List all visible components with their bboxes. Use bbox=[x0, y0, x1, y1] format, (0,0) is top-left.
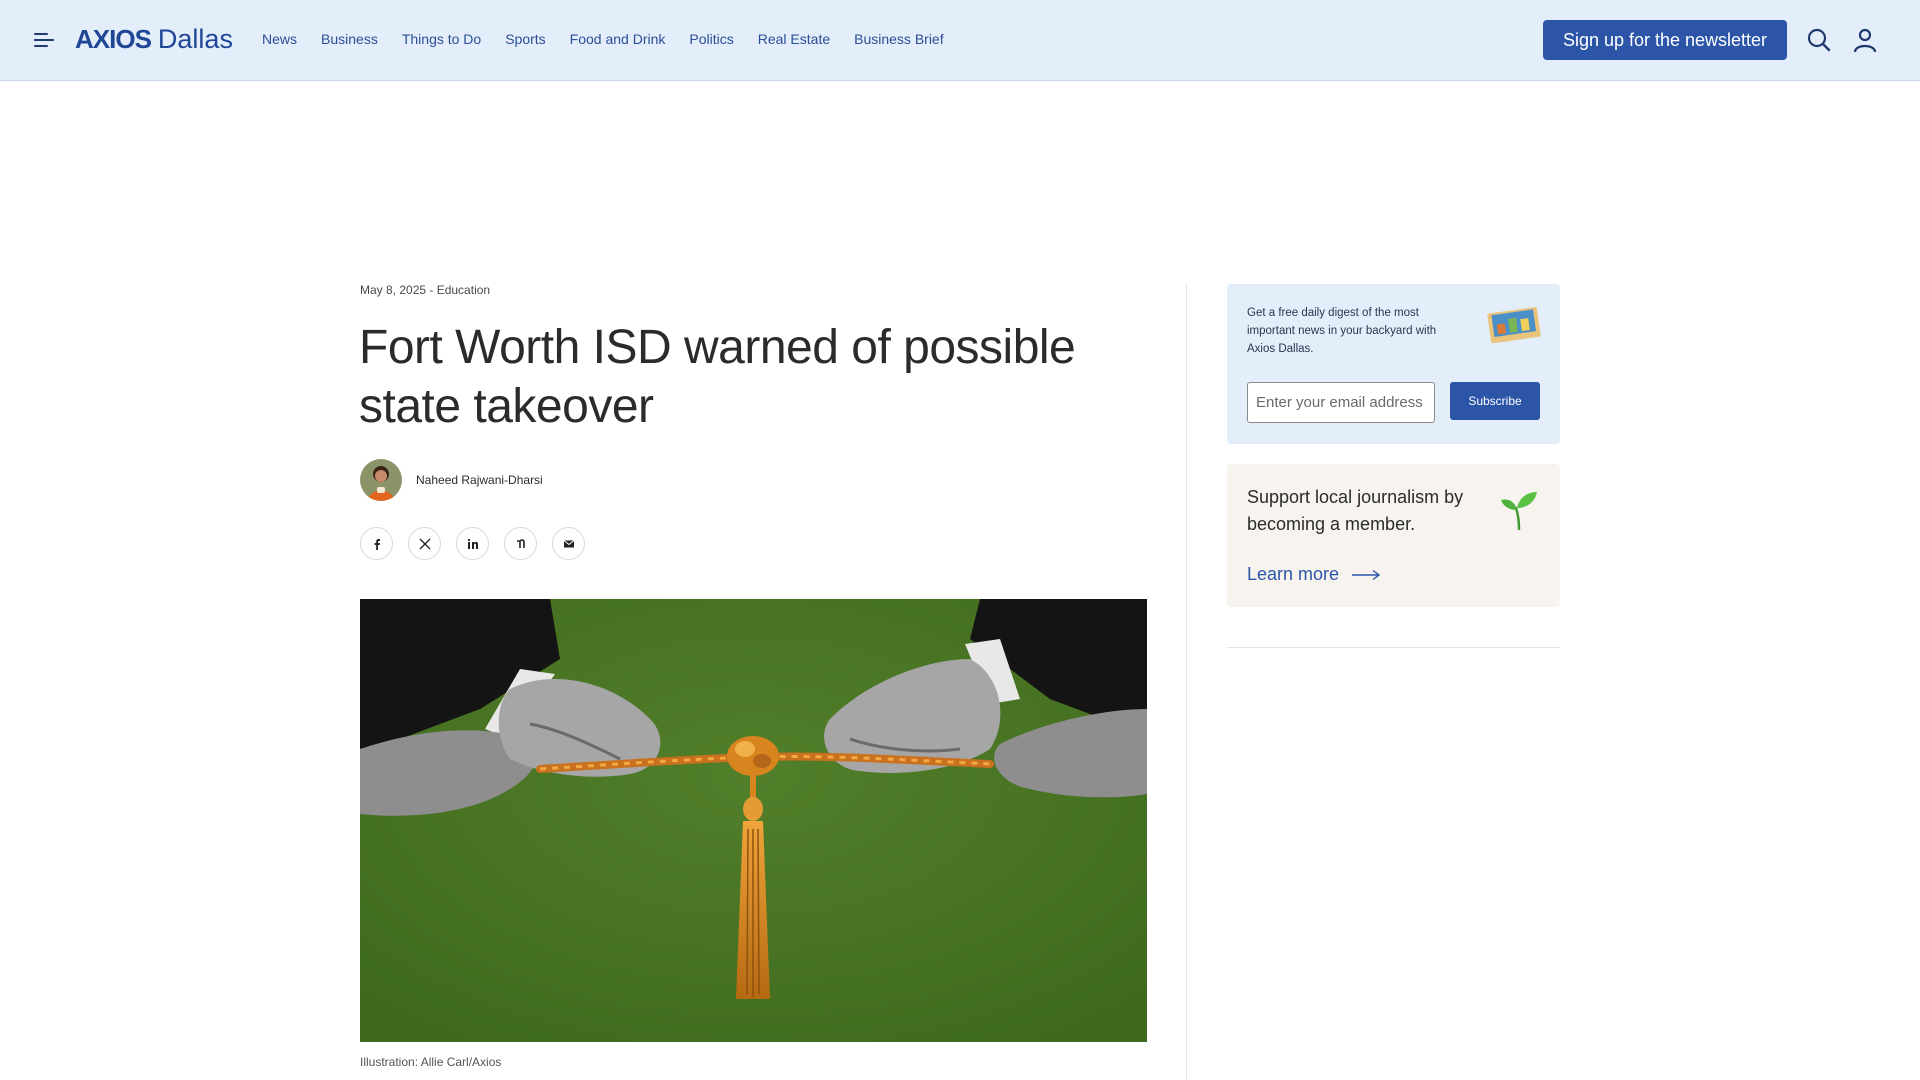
menu-icon[interactable] bbox=[34, 30, 54, 50]
image-caption: Illustration: Allie Carl/Axios bbox=[360, 1055, 502, 1069]
learn-more-label: Learn more bbox=[1247, 564, 1340, 584]
membership-card: Support local journalism by becoming a m… bbox=[1227, 464, 1560, 607]
linkedin-icon[interactable] bbox=[456, 527, 489, 560]
newsletter-signup-button[interactable]: Sign up for the newsletter bbox=[1543, 20, 1787, 60]
membership-text: Support local journalism by becoming a m… bbox=[1247, 487, 1464, 534]
threads-icon[interactable] bbox=[504, 527, 537, 560]
column-divider bbox=[1186, 284, 1187, 1080]
nav-item-politics[interactable]: Politics bbox=[689, 31, 733, 47]
share-bar bbox=[360, 527, 600, 560]
arrow-right-icon bbox=[1352, 569, 1381, 580]
x-icon[interactable] bbox=[408, 527, 441, 560]
logo-brand: AXIOS bbox=[75, 24, 152, 54]
logo-city: Dallas bbox=[157, 24, 233, 54]
search-icon[interactable] bbox=[1805, 26, 1833, 54]
site-header: AXIOS Dallas News Business Things to Do … bbox=[0, 0, 1920, 81]
learn-more-link[interactable]: Learn more bbox=[1247, 564, 1381, 585]
article-hero-image bbox=[360, 599, 1147, 1042]
email-input[interactable] bbox=[1247, 382, 1435, 423]
newsletter-description: Get a free daily digest of the most impo… bbox=[1247, 307, 1437, 355]
subscribe-button[interactable]: Subscribe bbox=[1450, 382, 1540, 420]
nav-item-real-estate[interactable]: Real Estate bbox=[758, 31, 830, 47]
sidebar-divider bbox=[1227, 647, 1560, 648]
nav-item-news[interactable]: News bbox=[262, 31, 297, 47]
nav-item-sports[interactable]: Sports bbox=[505, 31, 545, 47]
user-icon[interactable] bbox=[1851, 26, 1879, 54]
sprout-icon bbox=[1497, 488, 1541, 531]
nav-item-business[interactable]: Business bbox=[321, 31, 378, 47]
site-logo[interactable]: AXIOS Dallas bbox=[75, 24, 233, 56]
facebook-icon[interactable] bbox=[360, 527, 393, 560]
article-title: Fort Worth ISD warned of possible state … bbox=[359, 321, 1076, 433]
nav-item-food-and-drink[interactable]: Food and Drink bbox=[570, 31, 666, 47]
newsletter-card: Get a free daily digest of the most impo… bbox=[1227, 284, 1560, 444]
author-name[interactable]: Naheed Rajwani-Dharsi bbox=[416, 473, 543, 487]
email-icon[interactable] bbox=[552, 527, 585, 560]
article-byline: Naheed Rajwani-Dharsi bbox=[360, 459, 543, 501]
postcard-icon bbox=[1485, 302, 1545, 344]
author-avatar[interactable] bbox=[360, 459, 402, 501]
nav-item-things-to-do[interactable]: Things to Do bbox=[402, 31, 481, 47]
article-meta: May 8, 2025 - Education bbox=[360, 283, 491, 297]
main-nav: News Business Things to Do Sports Food a… bbox=[262, 31, 968, 47]
nav-item-business-brief[interactable]: Business Brief bbox=[854, 31, 943, 47]
